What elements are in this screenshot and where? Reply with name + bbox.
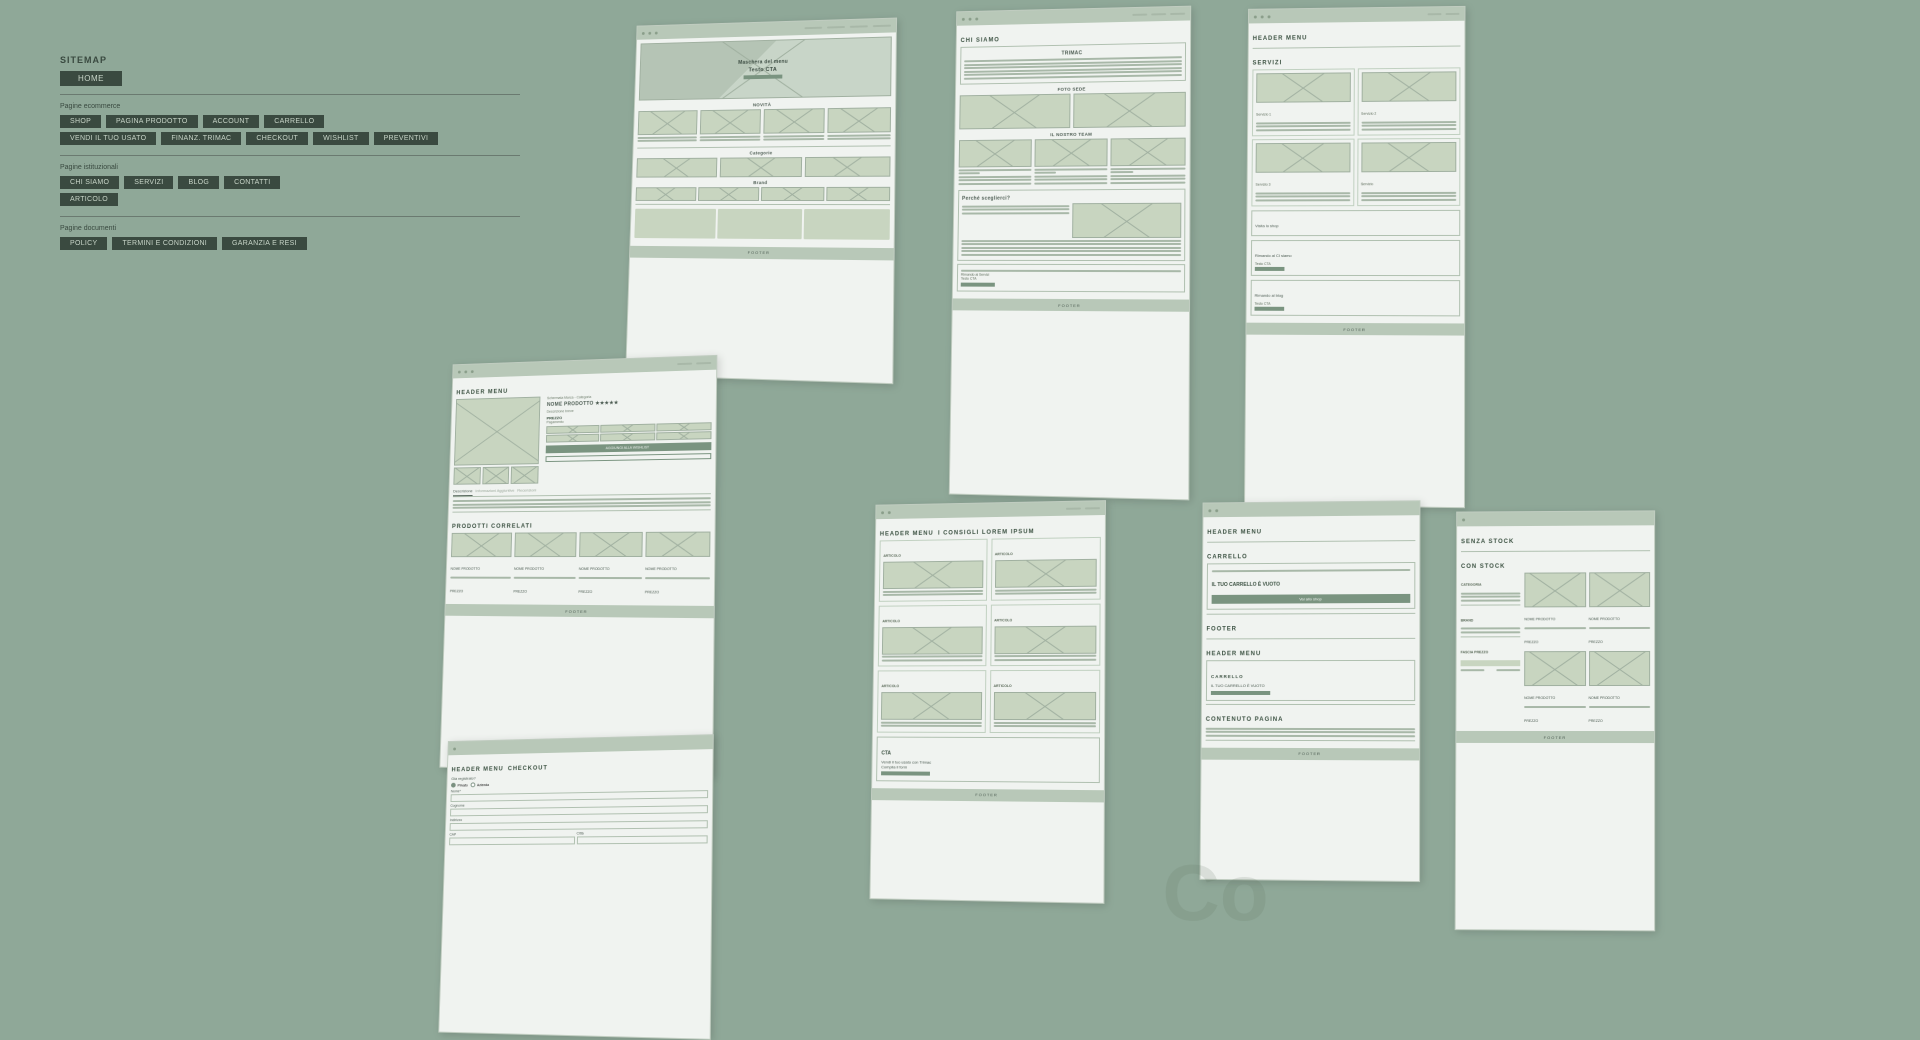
- wf-filtri-nav: [1457, 511, 1654, 526]
- istituzionale-row-1: CHI SIAMO SERVIZI BLOG CONTATTI: [60, 176, 520, 189]
- section-documenti-title: Pagine documenti: [60, 225, 520, 232]
- wireframe-why: HEADER MENU I CONSIGLI LOREM IPSUM ARTIC…: [869, 500, 1106, 904]
- header-menu-2: HEADER MENU: [1206, 651, 1261, 657]
- shop-button[interactable]: SHOP: [60, 115, 101, 128]
- termini-button[interactable]: TERMINI E CONDIZIONI: [112, 237, 217, 250]
- consigli-label: I CONSIGLI LOREM IPSUM: [938, 529, 1035, 537]
- istituzionale-row-2: ARTICOLO: [60, 193, 520, 206]
- home-hero: Maschera del menu Testo CTA: [639, 36, 892, 100]
- header-menu-label-s: HEADER MENU: [1253, 35, 1308, 42]
- finanz-button[interactable]: FINANZ. TRIMAC: [161, 132, 241, 145]
- ecommerce-row-1: SHOP PAGINA PRODOTTO ACCOUNT CARRELLO: [60, 115, 520, 128]
- footer-section: FOOTER: [1206, 626, 1237, 632]
- checkout-title: CHECKOUT: [508, 766, 548, 773]
- chi-siamo-footer: FOOTER: [953, 298, 1189, 311]
- chi-siamo-title: CHI SIAMO: [961, 37, 1000, 44]
- garanzia-button[interactable]: GARANZIA E RESI: [222, 237, 307, 250]
- co-overlay: Co: [1162, 847, 1268, 939]
- contatti-button[interactable]: CONTATTI: [224, 176, 280, 189]
- sitemap-title: SITEMAP: [60, 55, 520, 65]
- senza-stock-label: SENZA STOCK: [1461, 539, 1514, 545]
- divider-2: [60, 155, 520, 156]
- wireframe-checkout: HEADER MENU CHECKOUT Già registrato? Pri…: [438, 734, 714, 1040]
- policy-button[interactable]: POLICY: [60, 237, 107, 250]
- product-footer: FOOTER: [445, 604, 714, 618]
- documenti-row-1: POLICY TERMINI E CONDIZIONI GARANZIA E R…: [60, 237, 520, 250]
- section-ecommerce: Pagine ecommerce SHOP PAGINA PRODOTTO AC…: [60, 103, 520, 145]
- con-stock-label: CON STOCK: [1461, 564, 1506, 570]
- correlati-label: PRODOTTI CORRELATI: [452, 524, 533, 530]
- contenuto-pagina-label: CONTENUTO PAGINA: [1206, 717, 1284, 723]
- sitemap-panel: SITEMAP HOME Pagine ecommerce SHOP PAGIN…: [60, 55, 520, 260]
- categorie-label: Categorie: [637, 149, 891, 156]
- divider-1: [60, 94, 520, 95]
- wireframe-filtri: SENZA STOCK CON STOCK CATEGORIA BRAND FA…: [1455, 510, 1656, 931]
- filtri-footer: FOOTER: [1456, 731, 1654, 743]
- articolo-button[interactable]: ARTICOLO: [60, 193, 118, 206]
- blog-button[interactable]: BLOG: [178, 176, 219, 189]
- wishlist-button[interactable]: WISHLIST: [313, 132, 368, 145]
- wireframe-header-menu: HEADER MENU CARRELLO IL TUO CARRELLO È V…: [1200, 500, 1421, 882]
- section-ecommerce-title: Pagine ecommerce: [60, 103, 520, 110]
- account-button[interactable]: ACCOUNT: [203, 115, 260, 128]
- header-menu-checkout: HEADER MENU: [451, 766, 503, 773]
- carrello-section: CARRELLO: [1207, 554, 1248, 560]
- ecommerce-row-2: VENDI IL TUO USATO FINANZ. TRIMAC CHECKO…: [60, 132, 520, 145]
- wireframe-home: Maschera del menu Testo CTA NOVITÀ: [625, 18, 897, 385]
- carrello-button[interactable]: CARRELLO: [264, 115, 324, 128]
- chi-siamo-button[interactable]: CHI SIAMO: [60, 176, 119, 189]
- why-footer: FOOTER: [872, 788, 1104, 802]
- vendi-button[interactable]: VENDI IL TUO USATO: [60, 132, 156, 145]
- preventivi-button[interactable]: PREVENTIVI: [374, 132, 439, 145]
- product-header-menu: HEADER MENU: [456, 389, 508, 396]
- divider-3: [60, 216, 520, 217]
- wireframe-product: HEADER MENU Schermata Marca - Categoria …: [439, 355, 717, 778]
- home-footer: FOOTER: [630, 245, 894, 260]
- checkout-button[interactable]: CHECKOUT: [246, 132, 308, 145]
- wireframe-servizi: HEADER MENU SERVIZI Servizio 1 Servizio …: [1244, 6, 1465, 508]
- servizi-title-label: SERVIZI: [1252, 60, 1282, 66]
- sitemap-home-row: HOME: [60, 71, 520, 86]
- section-istituzionale: Pagine istituzionali CHI SIAMO SERVIZI B…: [60, 164, 520, 206]
- header-menu-title: HEADER MENU: [1207, 530, 1262, 536]
- servizi-button[interactable]: SERVIZI: [124, 176, 173, 189]
- home-button[interactable]: HOME: [60, 71, 122, 86]
- brand-label: Brand: [636, 179, 890, 185]
- section-documenti: Pagine documenti POLICY TERMINI E CONDIZ…: [60, 225, 520, 250]
- section-istituzionale-title: Pagine istituzionali: [60, 164, 520, 171]
- headermenu-footer: FOOTER: [1201, 747, 1419, 760]
- wireframe-chi-siamo: CHI SIAMO TRIMAC FOTO SEDE IL NOSTRO TEA…: [949, 6, 1191, 501]
- servizi-footer: FOOTER: [1246, 323, 1464, 336]
- pagina-prodotto-button[interactable]: PAGINA PRODOTTO: [106, 115, 198, 128]
- header-menu-why: HEADER MENU: [880, 531, 934, 538]
